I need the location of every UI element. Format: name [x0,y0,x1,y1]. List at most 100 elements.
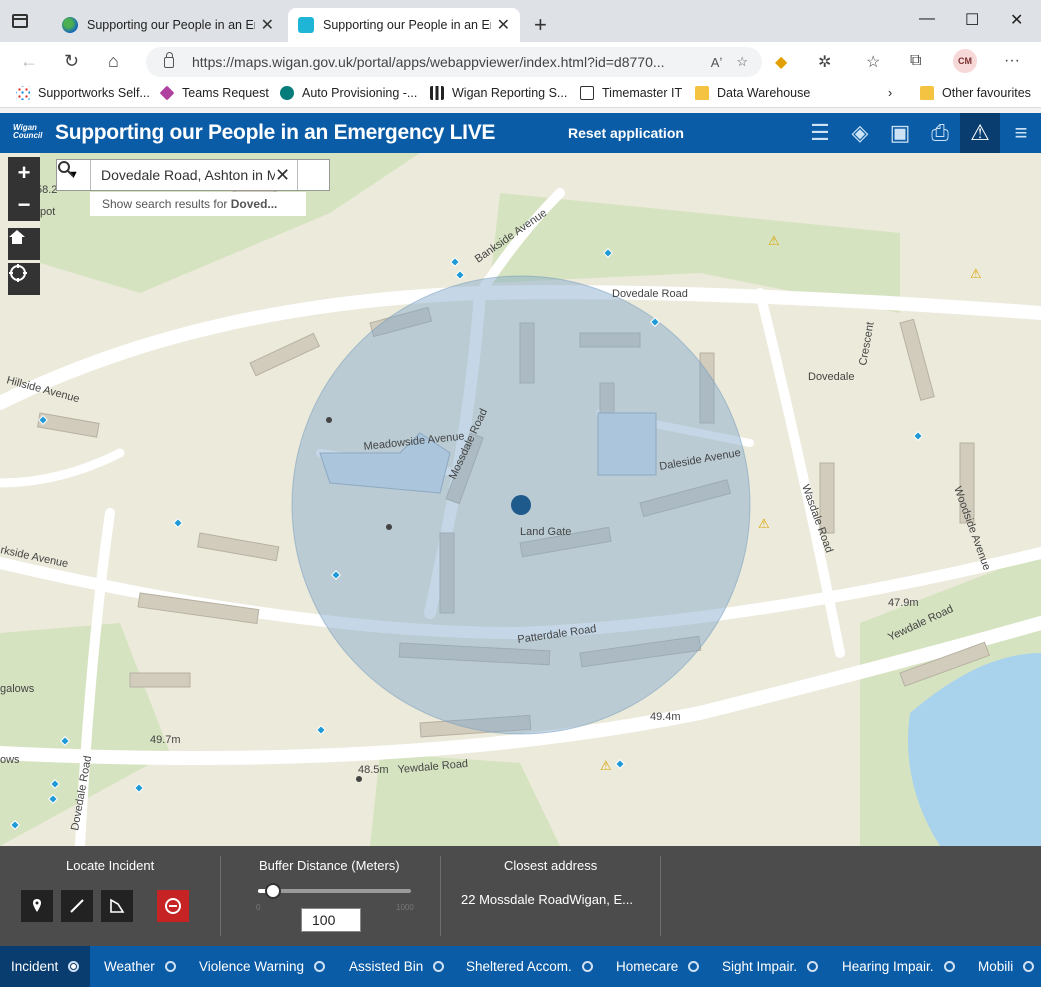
layer-tab-sheltered-accom[interactable]: Sheltered Accom. [466,946,593,987]
extension-icon[interactable]: ◆ [775,52,787,72]
home-icon[interactable]: ⌂ [108,51,119,72]
point-tool-button[interactable] [21,890,53,922]
favourite-item[interactable]: Auto Provisioning -... [280,86,417,100]
search-button[interactable] [58,160,329,190]
dots-icon [16,86,30,100]
street-label: Daleside Avenue [658,447,741,473]
favourite-item[interactable]: Data Warehouse [695,86,810,100]
close-tab-icon[interactable]: ✕ [497,15,510,35]
search-widget: ▼ Dovedale Road, Ashton in Makerfield ✕ [56,159,330,191]
address-bar: ← ↻ ⌂ https://maps.wigan.gov.uk/portal/a… [0,42,1041,80]
favourites-bar: Supportworks Self... Teams Request Auto … [0,80,1041,108]
street-label: Hillside Avenue [5,374,81,405]
suggestion-term: Doved... [230,197,278,211]
clear-search-icon[interactable]: ✕ [275,160,297,190]
other-favourites[interactable]: Other favourites [920,86,1031,100]
street-label: Bankside Avenue [473,207,549,265]
favourite-item[interactable]: Wigan Reporting S... [430,86,567,100]
layer-tab-assisted-bin[interactable]: Assisted Bin [349,946,445,987]
favourite-label: Teams Request [182,86,269,100]
layer-tab-incident[interactable]: Incident [0,946,91,987]
tab-title: Supporting our People in an Emergency LI… [87,18,255,32]
radio-icon [314,961,326,972]
radio-icon [68,961,80,972]
search-input[interactable]: Dovedale Road, Ashton in Makerfield [91,160,275,190]
favourite-item[interactable]: Timemaster IT [580,86,682,100]
map-view[interactable]: ⚠ ⚠ ⚠ ⚠ Bankside Avenue Dovedale Road Do… [0,153,1041,846]
layer-tab-label: Incident [11,959,59,974]
layer-tab-hearing-impair[interactable]: Hearing Impair. [842,946,955,987]
read-aloud-icon[interactable]: Aʼ [711,55,723,70]
zoom-out-button[interactable]: − [8,189,40,221]
crosshair-icon [9,264,27,282]
place-label: pot [40,206,55,218]
extensions-icon[interactable]: ✲ [818,52,831,72]
maximize-icon[interactable]: ☐ [965,10,979,30]
layer-tab-label: Homecare [616,959,679,974]
locate-me-button[interactable] [8,263,40,295]
layer-tab-label: Mobili [978,959,1014,974]
favourite-label: Auto Provisioning -... [302,86,418,100]
zoom-in-button[interactable]: + [8,157,40,189]
back-icon[interactable]: ← [20,51,38,72]
tab-actions-icon[interactable] [12,14,28,28]
app-title: Supporting our People in an Emergency LI… [55,121,496,144]
line-tool-button[interactable] [61,890,93,922]
layer-tab-weather[interactable]: Weather [104,946,176,987]
url-field[interactable]: https://maps.wigan.gov.uk/portal/apps/we… [146,47,762,77]
minimize-icon[interactable]: — [919,10,935,28]
favourites-icon[interactable]: ☆ [866,52,880,72]
home-extent-button[interactable] [8,228,40,260]
slider-thumb[interactable] [265,883,282,899]
layer-tab-homecare[interactable]: Homecare [616,946,700,987]
browser-tab-active[interactable]: Supporting our People in an Emergency LI… [288,8,520,42]
layer-tab-label: Sheltered Accom. [466,959,572,974]
radio-icon [688,961,700,972]
add-data-icon[interactable]: ▣ [880,113,920,153]
buffer-slider[interactable] [258,883,411,899]
menu-icon[interactable]: ≡ [1001,113,1041,153]
closest-address-title: Closest address [504,858,598,873]
more-icon[interactable]: ··· [1004,52,1020,70]
street-label: rkside Avenue [0,544,69,570]
line-tool-icon [70,899,84,913]
divider [220,856,221,936]
polygon-tool-button[interactable] [101,890,133,922]
point-tool-icon [33,899,41,912]
favourite-item[interactable]: Teams Request [159,85,269,101]
favourite-label: Data Warehouse [717,86,811,100]
layer-tab-label: Violence Warning [199,959,305,974]
favourite-item[interactable]: Supportworks Self... [16,86,150,100]
close-tab-icon[interactable]: ✕ [261,15,274,35]
radio-icon [807,961,819,972]
suggestion-prefix: Show search results for [102,197,231,211]
buffer-distance-title: Buffer Distance (Meters) [259,858,400,873]
add-favourite-icon[interactable]: ☆ [736,54,748,70]
layer-tab-mobility[interactable]: Mobili [978,946,1035,987]
search-suggestion[interactable]: Show search results for Doved... [90,192,306,216]
chevron-right-icon[interactable]: › [888,86,892,100]
layer-tab-violence-warning[interactable]: Violence Warning [199,946,326,987]
slider-max-label: 1000 [396,903,414,912]
browser-tab[interactable]: Supporting our People in an Emergency LI… [52,8,284,42]
new-tab-icon[interactable]: + [534,12,547,38]
refresh-icon[interactable]: ↻ [64,51,79,72]
folder-icon [695,86,709,100]
print-icon[interactable]: ⎙ [920,113,960,153]
layer-tab-sight-impair[interactable]: Sight Impair. [722,946,819,987]
buffer-distance-input[interactable]: 100 [301,908,361,932]
clear-button[interactable] [157,890,189,922]
layer-tab-label: Hearing Impair. [842,959,934,974]
profile-avatar[interactable]: CM [953,49,977,73]
app-header: Wigan Council Supporting our People in a… [0,113,1041,153]
sharepoint-icon [280,86,294,100]
layers-icon[interactable]: ◈ [840,113,880,153]
reset-application-link[interactable]: Reset application [568,125,684,141]
warning-icon[interactable]: ⚠ [960,113,1000,153]
legend-icon[interactable]: ☰ [800,113,840,153]
collections-icon[interactable]: ⧉ [910,52,921,70]
street-label: Wasdale Road [799,483,835,555]
tab-title: Supporting our People in an Emergency LI… [323,18,491,32]
diamond-icon [159,85,175,101]
close-window-icon[interactable]: ✕ [1010,10,1023,30]
